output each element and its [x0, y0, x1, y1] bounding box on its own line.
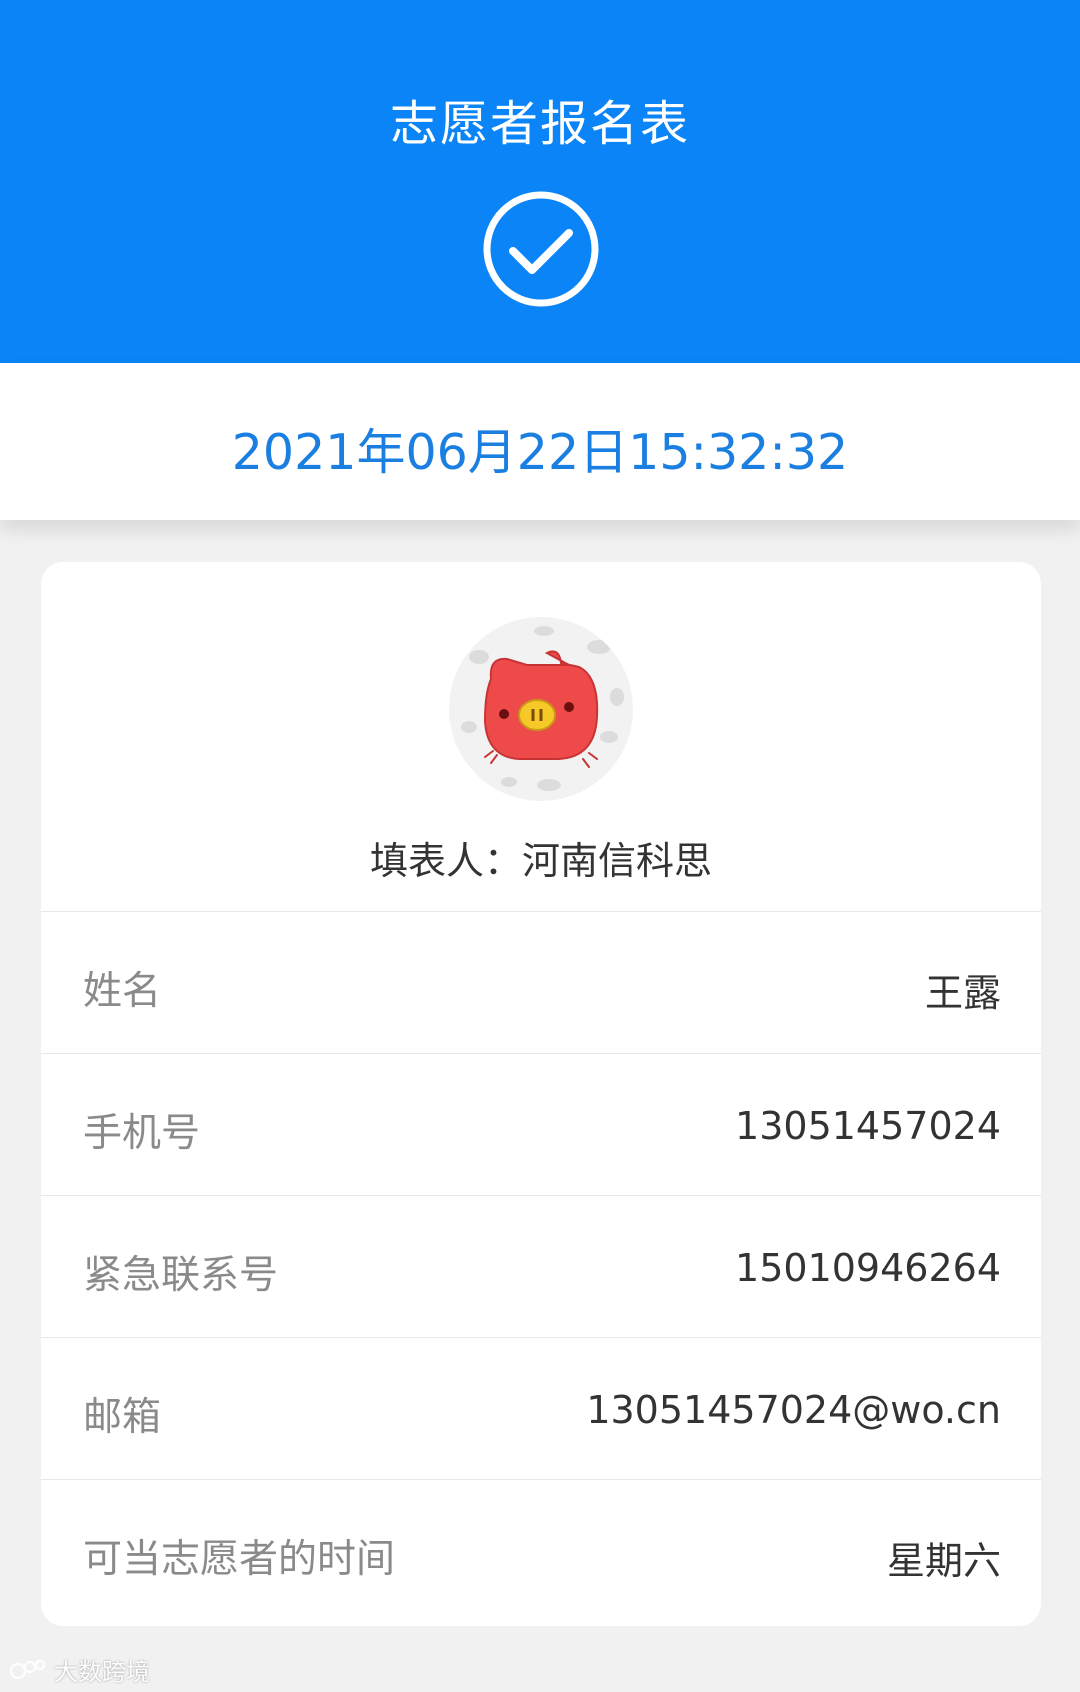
field-value: 13051457024	[735, 1104, 1001, 1148]
field-label: 邮箱	[83, 1395, 162, 1440]
field-value: 王露	[924, 971, 1001, 1015]
red-pig-avatar-icon	[461, 626, 624, 791]
field-label: 可当志愿者的时间	[83, 1537, 396, 1582]
watermark-logo-icon	[9, 1659, 46, 1679]
check-circle-icon	[483, 191, 599, 307]
field-row-phone: 手机号 13051457024	[41, 1053, 1041, 1195]
filler-label: 填表人：河南信科思	[369, 839, 712, 883]
field-list: 姓名 王露 手机号 13051457024 紧急联系号 15010946264 …	[41, 911, 1041, 1621]
field-label: 姓名	[83, 969, 162, 1014]
field-row-name: 姓名 王露	[41, 911, 1041, 1053]
field-value: 15010946264	[735, 1246, 1001, 1290]
submission-time-bar: 2021年06月22日15:32:32	[0, 363, 1080, 520]
form-detail-card: 填表人：河南信科思 姓名 王露 手机号 13051457024 紧急联系号 15…	[41, 562, 1041, 1626]
field-row-availability: 可当志愿者的时间 星期六	[41, 1479, 1041, 1621]
submission-datetime: 2021年06月22日15:32:32	[231, 424, 849, 481]
watermark: 大数跨境	[8, 1652, 150, 1687]
field-row-email: 邮箱 13051457024@wo.cn	[41, 1337, 1041, 1479]
watermark-text: 大数跨境	[54, 1658, 150, 1686]
field-value: 13051457024@wo.cn	[586, 1388, 1001, 1432]
field-label: 手机号	[83, 1111, 201, 1156]
avatar	[449, 617, 633, 801]
field-label: 紧急联系号	[83, 1253, 279, 1298]
header-bar: 志愿者报名表	[0, 0, 1080, 363]
field-row-emergency-phone: 紧急联系号 15010946264	[41, 1195, 1041, 1337]
page-title: 志愿者报名表	[389, 96, 690, 152]
field-value: 星期六	[886, 1539, 1001, 1583]
